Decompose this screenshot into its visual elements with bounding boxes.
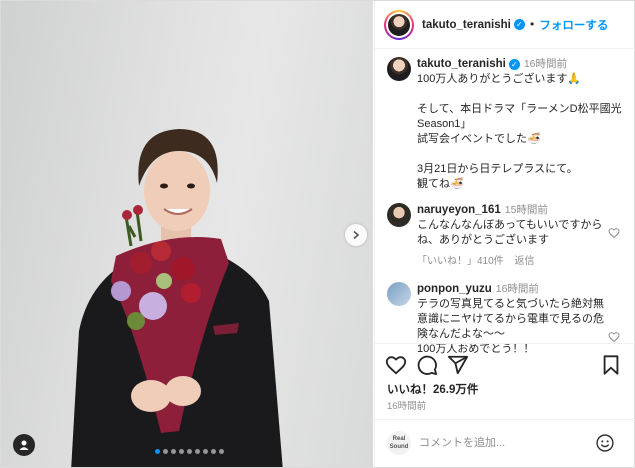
- comment-like-count[interactable]: 「いいね！」410件: [417, 256, 504, 267]
- header-username[interactable]: takuto_teranishi: [422, 19, 511, 31]
- caption-line: そして、本日ドラマ「ラーメンD松平國光: [417, 103, 622, 115]
- chevron-right-icon: [353, 230, 360, 240]
- carousel-indicator: [155, 449, 224, 454]
- action-bar: いいね！26.9万件 16時間前: [375, 343, 635, 419]
- comment-bubble-icon[interactable]: [416, 354, 438, 376]
- like-count[interactable]: いいね！26.9万件: [387, 381, 478, 397]
- next-slide-button[interactable]: [345, 224, 367, 246]
- carousel-dot: [203, 449, 208, 454]
- reply-button[interactable]: 返信: [514, 256, 534, 267]
- caption-line: 3月21日から日テレプラスにて。: [417, 163, 578, 175]
- real-sound-logo: Real Sound: [387, 431, 411, 455]
- header-separator: •: [528, 18, 536, 31]
- person-with-bouquet-image: [71, 129, 283, 467]
- post-header: takuto_teranishi ✓ • フォローする: [375, 1, 635, 49]
- carousel-dot: [187, 449, 192, 454]
- user-tag-button[interactable]: [13, 434, 35, 456]
- person-icon: [19, 440, 29, 450]
- comment-line: ね、ありがとうございます: [417, 234, 549, 246]
- caption: takuto_teranishi ✓ 16時間前 100万人ありがとうございます🙏 …: [387, 57, 631, 192]
- caption-text: 100万人ありがとうございます🙏 そして、本日ドラマ「ラーメンD松平國光 Sea…: [417, 72, 622, 192]
- caption-line: 観てね🍜: [417, 178, 464, 190]
- emoji-icon[interactable]: [595, 433, 615, 453]
- caption-line: [417, 87, 622, 102]
- follow-button[interactable]: フォローする: [539, 17, 608, 33]
- logo-text: Sound: [389, 444, 409, 450]
- carousel-dot: [219, 449, 224, 454]
- comment-time: 15時間前: [504, 204, 548, 216]
- carousel-dot: [179, 449, 184, 454]
- verified-badge-icon: ✓: [513, 19, 525, 30]
- post-photo[interactable]: [1, 1, 373, 467]
- comment-time: 16時間前: [495, 283, 539, 295]
- verified-badge-icon: ✓: [508, 58, 520, 70]
- posted-time: 16時間前: [387, 401, 427, 412]
- share-paper-plane-icon[interactable]: [447, 354, 469, 376]
- logo-text: Real: [392, 436, 406, 442]
- like-heart-icon[interactable]: [385, 354, 407, 376]
- avatar[interactable]: [387, 282, 411, 306]
- carousel-dot: [155, 449, 160, 454]
- post-side-panel: takuto_teranishi ✓ • フォローする takuto_teran…: [374, 1, 635, 467]
- comment: naruyeyon_161 15時間前 こんなんなんぼあってもいいですから ね、あ…: [387, 203, 627, 269]
- carousel-dot: [171, 449, 176, 454]
- comment-line: テラの写真見てると気づいたら絶対無: [417, 298, 604, 310]
- carousel-dot: [211, 449, 216, 454]
- story-ring[interactable]: [384, 9, 414, 40]
- caption-line: 100万人ありがとうございます🙏: [417, 73, 582, 85]
- comment-line: こんなんなんぼあってもいいですから: [417, 219, 603, 231]
- avatar: [388, 13, 410, 36]
- add-comment-bar: Real Sound: [375, 419, 635, 467]
- caption-line: [417, 147, 622, 162]
- save-bookmark-icon[interactable]: [600, 354, 622, 376]
- comment-username[interactable]: ponpon_yuzu: [417, 283, 492, 295]
- like-comment-heart-icon[interactable]: [608, 331, 620, 343]
- comment-input[interactable]: [419, 433, 589, 453]
- carousel-dot: [163, 449, 168, 454]
- avatar[interactable]: [387, 203, 411, 227]
- carousel-dot: [195, 449, 200, 454]
- caption-username[interactable]: takuto_teranishi: [417, 58, 506, 70]
- comment-line: 意識にニヤけてるから電車で見るの危: [417, 313, 604, 325]
- comment-username[interactable]: naruyeyon_161: [417, 204, 501, 216]
- avatar[interactable]: [387, 57, 411, 81]
- caption-line: 試写会イベントでした🍜: [417, 133, 541, 145]
- caption-time: 16時間前: [523, 58, 568, 70]
- comment-line: 険なんだよな〜〜: [417, 328, 505, 340]
- like-comment-heart-icon[interactable]: [608, 227, 620, 239]
- caption-line: Season1」: [417, 118, 472, 130]
